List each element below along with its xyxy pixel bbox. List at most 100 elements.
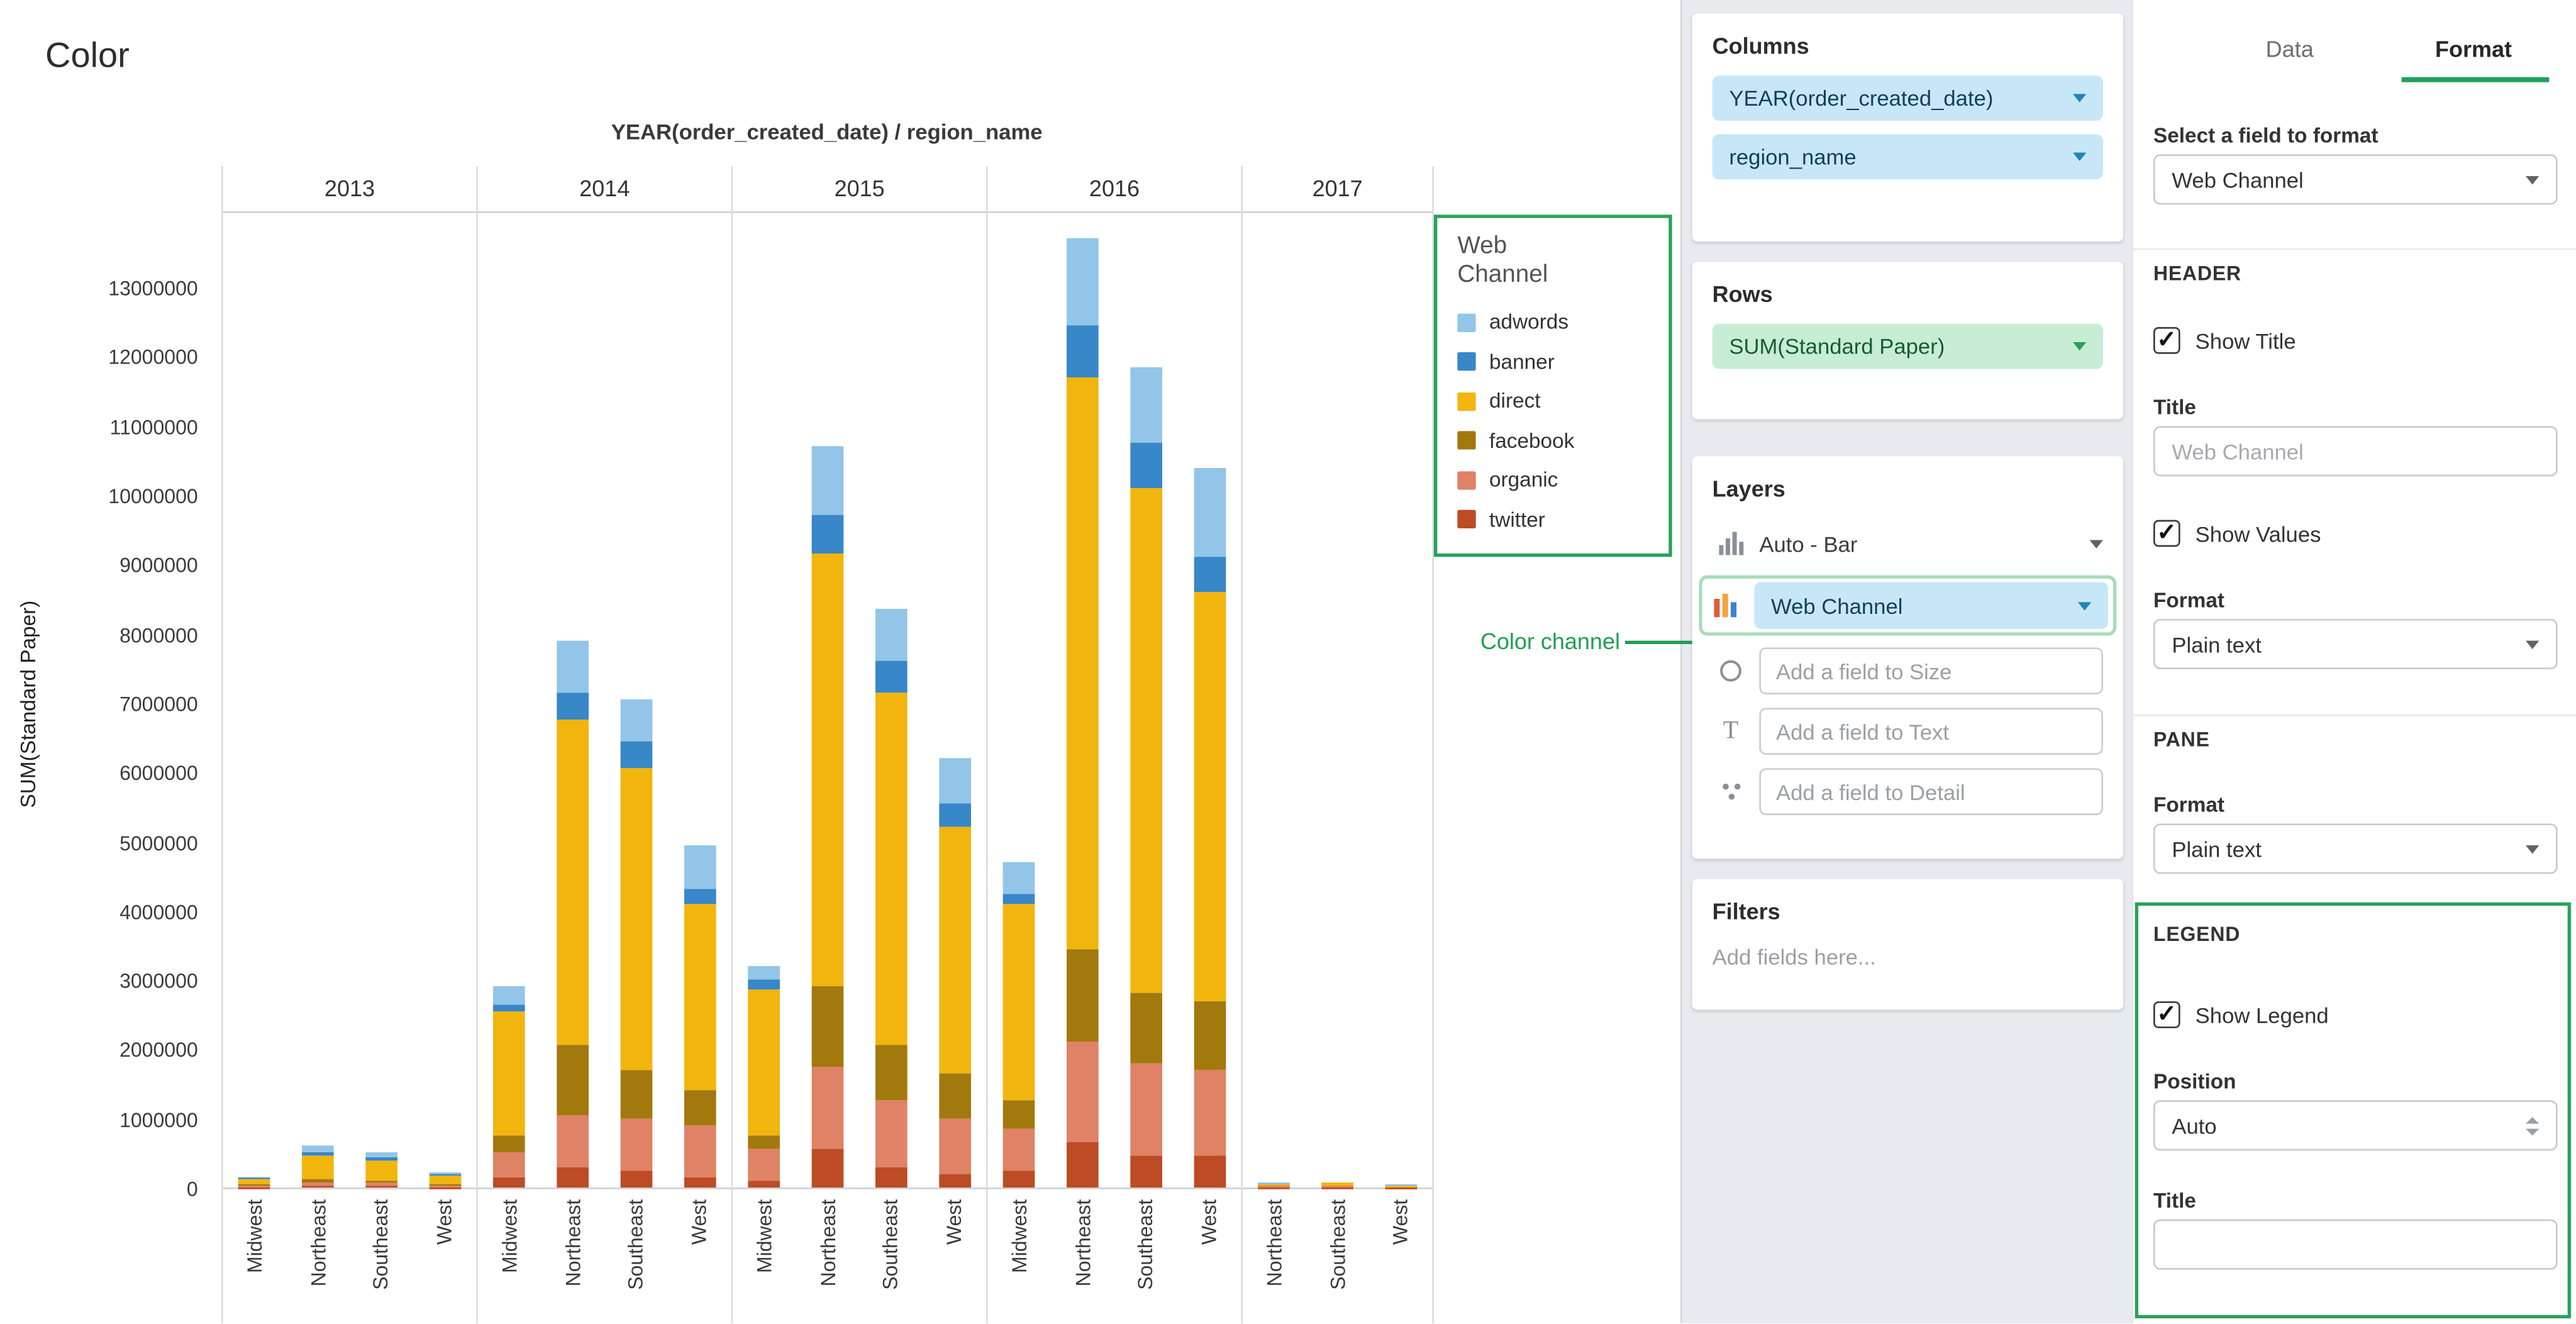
- bar-segment-direct[interactable]: [429, 1176, 461, 1184]
- bar-segment-twitter[interactable]: [812, 1150, 844, 1188]
- chevron-down-icon[interactable]: [2078, 601, 2091, 609]
- detail-field-slot[interactable]: Add a field to Detail: [1713, 767, 2103, 817]
- bar-segment-organic[interactable]: [748, 1150, 780, 1181]
- bar-segment-organic[interactable]: [684, 1125, 716, 1177]
- show-values-checkbox[interactable]: [2153, 520, 2180, 547]
- bar-segment-direct[interactable]: [875, 693, 908, 1046]
- bar-segment-facebook[interactable]: [812, 987, 844, 1067]
- pill-sum-standard-paper[interactable]: SUM(Standard Paper): [1713, 324, 2103, 369]
- bar-segment-twitter[interactable]: [1004, 1171, 1036, 1188]
- bar-segment-organic[interactable]: [557, 1115, 589, 1167]
- bar-segment-banner[interactable]: [1194, 557, 1226, 592]
- bar-segment-facebook[interactable]: [1067, 948, 1099, 1042]
- bar-segment-twitter[interactable]: [875, 1167, 908, 1188]
- text-field-input[interactable]: Add a field to Text: [1759, 708, 2103, 755]
- bar-segment-facebook[interactable]: [748, 1135, 780, 1149]
- legend-item-adwords[interactable]: adwords: [1457, 303, 1648, 342]
- bar-segment-adwords[interactable]: [875, 609, 908, 662]
- bar-segment-facebook[interactable]: [620, 1070, 652, 1118]
- bar-segment-adwords[interactable]: [938, 758, 970, 803]
- bar-segment-direct[interactable]: [938, 828, 970, 1074]
- bar-segment-organic[interactable]: [302, 1182, 334, 1186]
- text-field-slot[interactable]: T Add a field to Text: [1713, 706, 2103, 757]
- bar-segment-twitter[interactable]: [365, 1186, 397, 1188]
- tab-format[interactable]: Format: [2435, 37, 2512, 62]
- bar-segment-facebook[interactable]: [875, 1045, 908, 1101]
- bar-segment-organic[interactable]: [812, 1066, 844, 1149]
- bar-segment-direct[interactable]: [239, 1179, 271, 1185]
- show-legend-checkbox[interactable]: [2153, 1001, 2180, 1028]
- bar-segment-twitter[interactable]: [494, 1177, 526, 1188]
- bar-segment-adwords[interactable]: [302, 1146, 334, 1152]
- bar-segment-adwords[interactable]: [684, 845, 716, 889]
- bar-segment-adwords[interactable]: [365, 1153, 397, 1158]
- legend-item-banner[interactable]: banner: [1457, 342, 1648, 382]
- legend-title-input[interactable]: [2153, 1220, 2558, 1270]
- bar-segment-twitter[interactable]: [1067, 1143, 1099, 1188]
- bar-segment-facebook[interactable]: [1194, 1001, 1226, 1070]
- bar-segment-facebook[interactable]: [1130, 994, 1162, 1063]
- filters-drop-target[interactable]: Add fields here...: [1713, 944, 2103, 969]
- layer-type-row[interactable]: Auto - Bar: [1713, 518, 2103, 569]
- bar-segment-organic[interactable]: [1067, 1042, 1099, 1143]
- bar-segment-banner[interactable]: [1067, 325, 1099, 377]
- bar-segment-adwords[interactable]: [1194, 467, 1226, 557]
- chevron-down-icon[interactable]: [2073, 342, 2086, 350]
- bar-segment-direct[interactable]: [557, 720, 589, 1046]
- header-format-select[interactable]: Plain text: [2153, 619, 2558, 669]
- bar-segment-organic[interactable]: [1130, 1063, 1162, 1157]
- legend-item-organic[interactable]: organic: [1457, 460, 1648, 500]
- bar-segment-adwords[interactable]: [748, 966, 780, 980]
- bar-segment-facebook[interactable]: [494, 1135, 526, 1152]
- bar-segment-direct[interactable]: [365, 1161, 397, 1181]
- bar-segment-adwords[interactable]: [557, 640, 589, 693]
- bar-segment-direct[interactable]: [1130, 488, 1162, 994]
- bar-segment-direct[interactable]: [684, 904, 716, 1091]
- bar-segment-facebook[interactable]: [938, 1073, 970, 1118]
- bar-segment-banner[interactable]: [1130, 443, 1162, 487]
- bar-segment-organic[interactable]: [1004, 1128, 1036, 1170]
- bar-segment-twitter[interactable]: [239, 1187, 271, 1188]
- bar-segment-adwords[interactable]: [812, 447, 844, 516]
- header-title-input[interactable]: [2153, 426, 2558, 476]
- bar-segment-twitter[interactable]: [429, 1187, 461, 1188]
- chevron-down-icon[interactable]: [2073, 153, 2086, 161]
- bar-segment-twitter[interactable]: [557, 1167, 589, 1188]
- bar-segment-facebook[interactable]: [684, 1091, 716, 1125]
- bar-segment-banner[interactable]: [748, 980, 780, 991]
- bar-segment-organic[interactable]: [1194, 1070, 1226, 1157]
- legend-position-select[interactable]: Auto: [2153, 1100, 2558, 1150]
- bar-segment-banner[interactable]: [620, 741, 652, 769]
- pill-year-order-created-date[interactable]: YEAR(order_created_date): [1713, 75, 2103, 121]
- bar-segment-organic[interactable]: [875, 1101, 908, 1167]
- legend-item-direct[interactable]: direct: [1457, 381, 1648, 421]
- legend-item-facebook[interactable]: facebook: [1457, 421, 1648, 460]
- bar-segment-adwords[interactable]: [1130, 367, 1162, 443]
- bar-segment-banner[interactable]: [302, 1152, 334, 1156]
- bar-segment-twitter[interactable]: [684, 1177, 716, 1188]
- show-title-checkbox[interactable]: [2153, 327, 2180, 354]
- chevron-down-icon[interactable]: [2090, 539, 2103, 547]
- pill-web-channel[interactable]: Web Channel: [1754, 582, 2108, 629]
- bar-segment-banner[interactable]: [875, 661, 908, 693]
- bar-segment-direct[interactable]: [812, 554, 844, 986]
- field-to-format-select[interactable]: Web Channel: [2153, 154, 2558, 204]
- bar-segment-banner[interactable]: [1004, 893, 1036, 904]
- bar-segment-banner[interactable]: [557, 693, 589, 720]
- bar-segment-twitter[interactable]: [1130, 1156, 1162, 1188]
- bar-segment-direct[interactable]: [620, 769, 652, 1070]
- bar-segment-twitter[interactable]: [1194, 1156, 1226, 1188]
- bar-segment-organic[interactable]: [620, 1118, 652, 1171]
- bar-segment-direct[interactable]: [748, 990, 780, 1135]
- pill-region-name[interactable]: region_name: [1713, 134, 2103, 179]
- bar-segment-banner[interactable]: [938, 803, 970, 828]
- bar-segment-adwords[interactable]: [1004, 862, 1036, 894]
- bar-segment-adwords[interactable]: [1067, 238, 1099, 325]
- bar-segment-direct[interactable]: [1194, 592, 1226, 1001]
- bar-segment-twitter[interactable]: [938, 1174, 970, 1188]
- bar-segment-organic[interactable]: [938, 1118, 970, 1174]
- bar-segment-direct[interactable]: [302, 1156, 334, 1179]
- bar-segment-twitter[interactable]: [748, 1181, 780, 1188]
- bar-segment-twitter[interactable]: [302, 1186, 334, 1188]
- bar-segment-organic[interactable]: [494, 1153, 526, 1177]
